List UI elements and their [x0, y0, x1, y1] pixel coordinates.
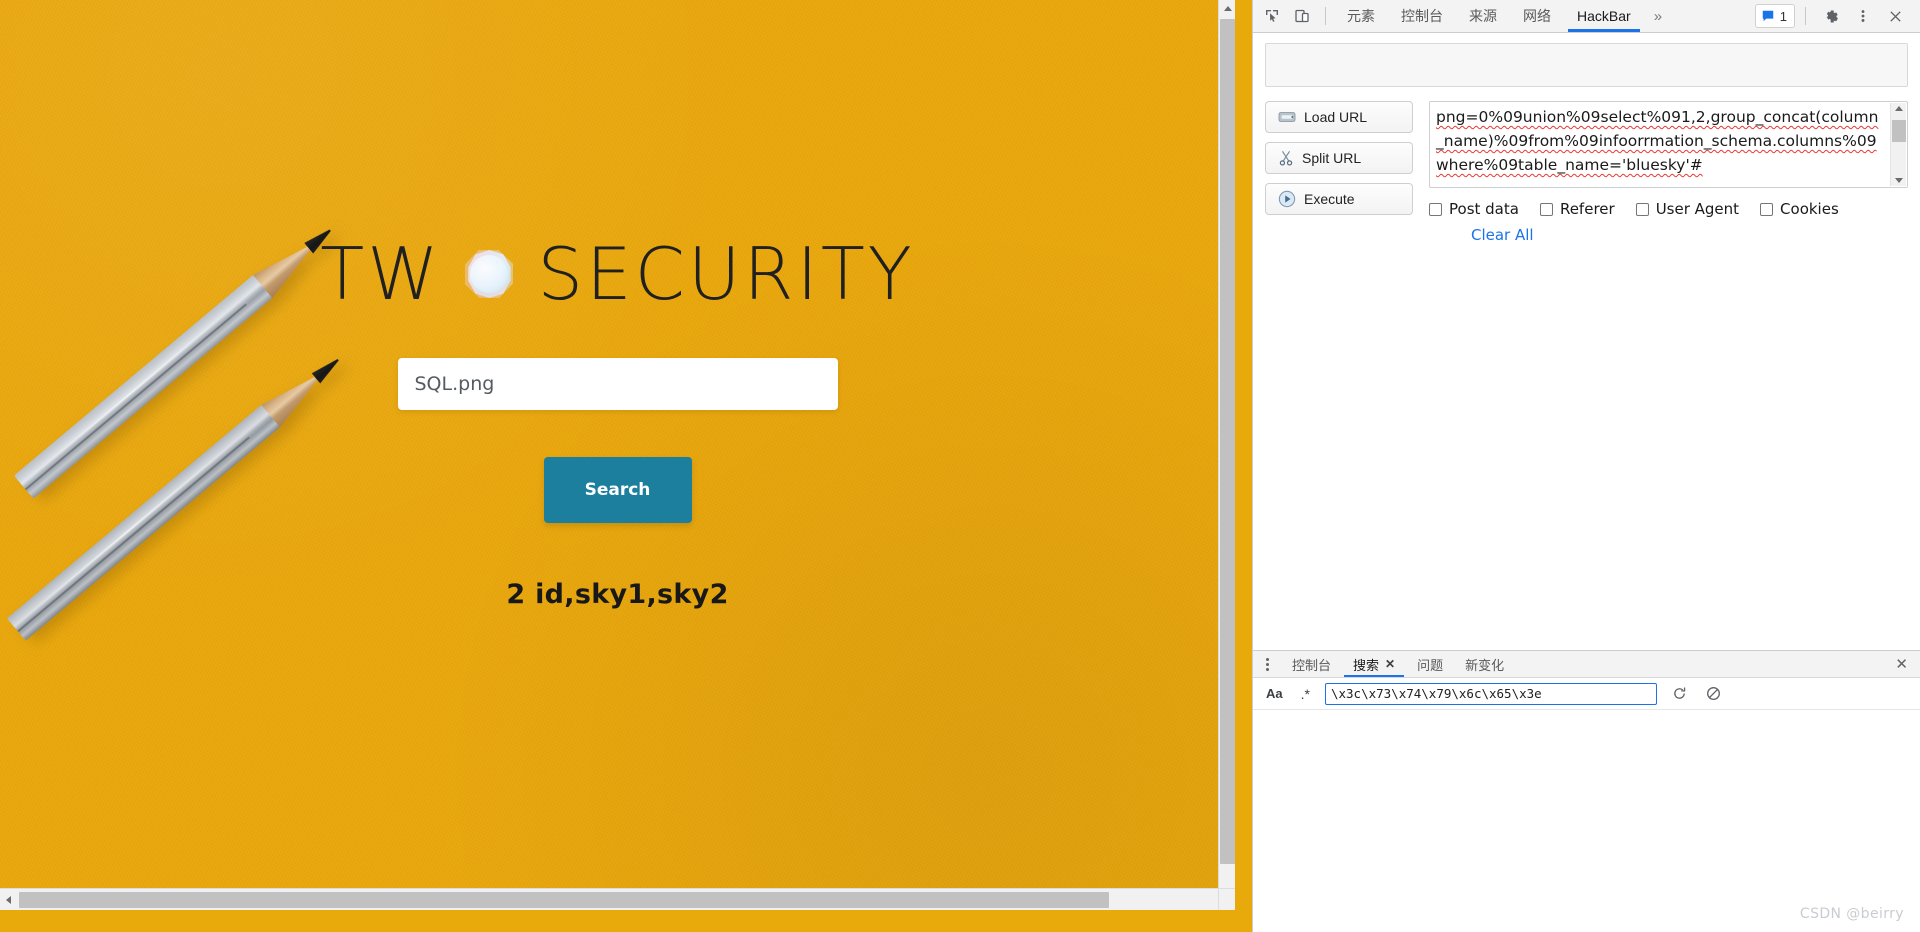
browser-page-viewport: TW SECURITY Search 2 id,sky1,sky2 [0, 0, 1252, 932]
tab-label: 网络 [1523, 8, 1551, 24]
load-url-icon [1278, 112, 1296, 122]
tab-sources[interactable]: 来源 [1456, 0, 1510, 32]
site-title-right: SECURITY [537, 232, 915, 316]
scissors-icon [1279, 150, 1293, 166]
checkbox-box[interactable] [1429, 202, 1442, 216]
checkbox-referer[interactable]: Referer [1539, 200, 1615, 218]
app-root: TW SECURITY Search 2 id,sky1,sky2 [0, 0, 1920, 932]
tab-elements[interactable]: 元素 [1334, 0, 1388, 32]
hackbar-url-text: png=0%09union%09select%091,2,group_conca… [1436, 108, 1879, 174]
search-toolbar: Aa .* [1253, 678, 1920, 710]
execute-button[interactable]: Execute [1265, 183, 1413, 215]
search-result-text: 2 id,sky1,sky2 [506, 579, 729, 610]
search-button[interactable]: Search [543, 457, 692, 523]
devtools-drawer: 控制台 搜索 ✕ 问题 新变化 ✕ Aa .* \x3c\x73\x74\x79… [1253, 650, 1920, 932]
drawer-menu-icon[interactable] [1257, 652, 1277, 676]
search-input[interactable] [397, 358, 838, 410]
devtools-toolbar-right: 1 [1754, 3, 1916, 30]
tab-network[interactable]: 网络 [1510, 0, 1564, 32]
play-icon [1278, 190, 1296, 208]
checkbox-user-agent[interactable]: User Agent [1635, 200, 1740, 218]
devtools-panel: 元素 控制台 来源 网络 HackBar » 1 Load URL Split … [1252, 0, 1920, 932]
drawer-tab-search[interactable]: 搜索 ✕ [1342, 651, 1406, 677]
hackbar-fields: png=0%09union%09select%091,2,group_conca… [1429, 101, 1908, 244]
drawer-tabbar: 控制台 搜索 ✕ 问题 新变化 ✕ [1253, 651, 1920, 678]
tab-hackbar[interactable]: HackBar [1564, 0, 1644, 32]
gear-icon[interactable] [1816, 3, 1846, 30]
csdn-watermark: CSDN @beirry [1799, 906, 1904, 922]
hackbar-action-buttons: Load URL Split URL Execute [1265, 101, 1413, 244]
split-url-button[interactable]: Split URL [1265, 142, 1413, 174]
more-vertical-icon[interactable] [1848, 3, 1878, 30]
scrollbar-corner [1218, 888, 1235, 910]
tab-label: HackBar [1577, 8, 1631, 24]
checkbox-cookies[interactable]: Cookies [1760, 200, 1839, 218]
hackbar-option-checkboxes: Post data Referer User Agent Cookies [1429, 200, 1908, 218]
drawer-tab-label: 控制台 [1292, 657, 1332, 673]
site-title-left: TW [320, 232, 442, 316]
devtools-tabbar: 元素 控制台 来源 网络 HackBar » 1 [1253, 0, 1920, 33]
more-tabs-icon[interactable]: » [1644, 8, 1672, 25]
page-canvas: TW SECURITY Search 2 id,sky1,sky2 [0, 0, 1235, 910]
device-toolbar-icon[interactable] [1287, 3, 1317, 30]
checkbox-label: Post data [1449, 200, 1519, 218]
checkbox-box[interactable] [1635, 202, 1649, 216]
clear-all-link[interactable]: Clear All [1471, 226, 1908, 244]
messages-badge[interactable]: 1 [1754, 4, 1795, 28]
drawer-tab-issues[interactable]: 问题 [1406, 651, 1454, 677]
tab-label: 元素 [1347, 8, 1375, 24]
page-vertical-scrollbar[interactable] [1218, 0, 1235, 910]
close-icon[interactable] [1880, 3, 1910, 30]
octagon-gem-icon [461, 246, 517, 302]
split-url-label: Split URL [1302, 150, 1362, 166]
drawer-tab-label: 新变化 [1465, 657, 1505, 673]
checkbox-label: Referer [1559, 200, 1615, 218]
toolbar-divider [1325, 7, 1326, 25]
load-url-button[interactable]: Load URL [1265, 101, 1413, 133]
execute-label: Execute [1304, 191, 1355, 207]
tab-label: 来源 [1469, 8, 1497, 24]
drawer-tab-label: 搜索 [1353, 657, 1380, 673]
checkbox-box[interactable] [1539, 202, 1553, 216]
match-case-button[interactable]: Aa [1263, 684, 1286, 703]
vertical-scroll-thumb[interactable] [1220, 19, 1235, 864]
drawer-search-input[interactable] [1324, 682, 1657, 705]
drawer-tab-close-icon[interactable]: ✕ [1385, 657, 1395, 671]
refresh-icon[interactable] [1669, 683, 1691, 705]
toolbar-divider [1805, 7, 1806, 25]
use-regex-button[interactable]: .* [1298, 684, 1313, 704]
scroll-up-arrow-icon[interactable] [1219, 0, 1235, 17]
scroll-left-arrow-icon[interactable] [0, 889, 17, 910]
message-icon [1762, 10, 1774, 22]
drawer-tab-whats-new[interactable]: 新变化 [1454, 651, 1515, 677]
site-title: TW SECURITY [320, 232, 915, 316]
hackbar-url-display[interactable] [1265, 43, 1908, 87]
inspect-cursor-icon[interactable] [1257, 3, 1287, 30]
cancel-icon[interactable] [1703, 683, 1725, 705]
devtools-body: Load URL Split URL Execute png=0%09union… [1253, 33, 1920, 932]
drawer-tab-console[interactable]: 控制台 [1281, 651, 1342, 677]
load-url-label: Load URL [1304, 109, 1368, 125]
page-content: TW SECURITY Search 2 id,sky1,sky2 [0, 0, 1235, 910]
hackbar-main-row: Load URL Split URL Execute png=0%09union… [1265, 101, 1908, 244]
checkbox-box[interactable] [1760, 202, 1774, 216]
messages-count: 1 [1779, 8, 1787, 24]
search-results-area: CSDN @beirry [1253, 710, 1920, 932]
drawer-close-icon[interactable]: ✕ [1883, 655, 1920, 673]
hackbar-panel: Load URL Split URL Execute png=0%09union… [1253, 33, 1920, 244]
checkbox-label: User Agent [1655, 200, 1740, 218]
checkbox-label: Cookies [1780, 200, 1839, 218]
textarea-scrollbar[interactable] [1890, 103, 1906, 186]
tab-console[interactable]: 控制台 [1388, 0, 1456, 32]
tab-label: 控制台 [1401, 8, 1443, 24]
hackbar-empty-space [1253, 244, 1920, 650]
page-horizontal-scrollbar[interactable] [0, 888, 1235, 910]
drawer-tab-label: 问题 [1417, 657, 1444, 673]
horizontal-scroll-thumb[interactable] [19, 892, 1109, 908]
hackbar-url-textarea[interactable]: png=0%09union%09select%091,2,group_conca… [1429, 101, 1908, 188]
checkbox-post-data[interactable]: Post data [1429, 200, 1519, 218]
